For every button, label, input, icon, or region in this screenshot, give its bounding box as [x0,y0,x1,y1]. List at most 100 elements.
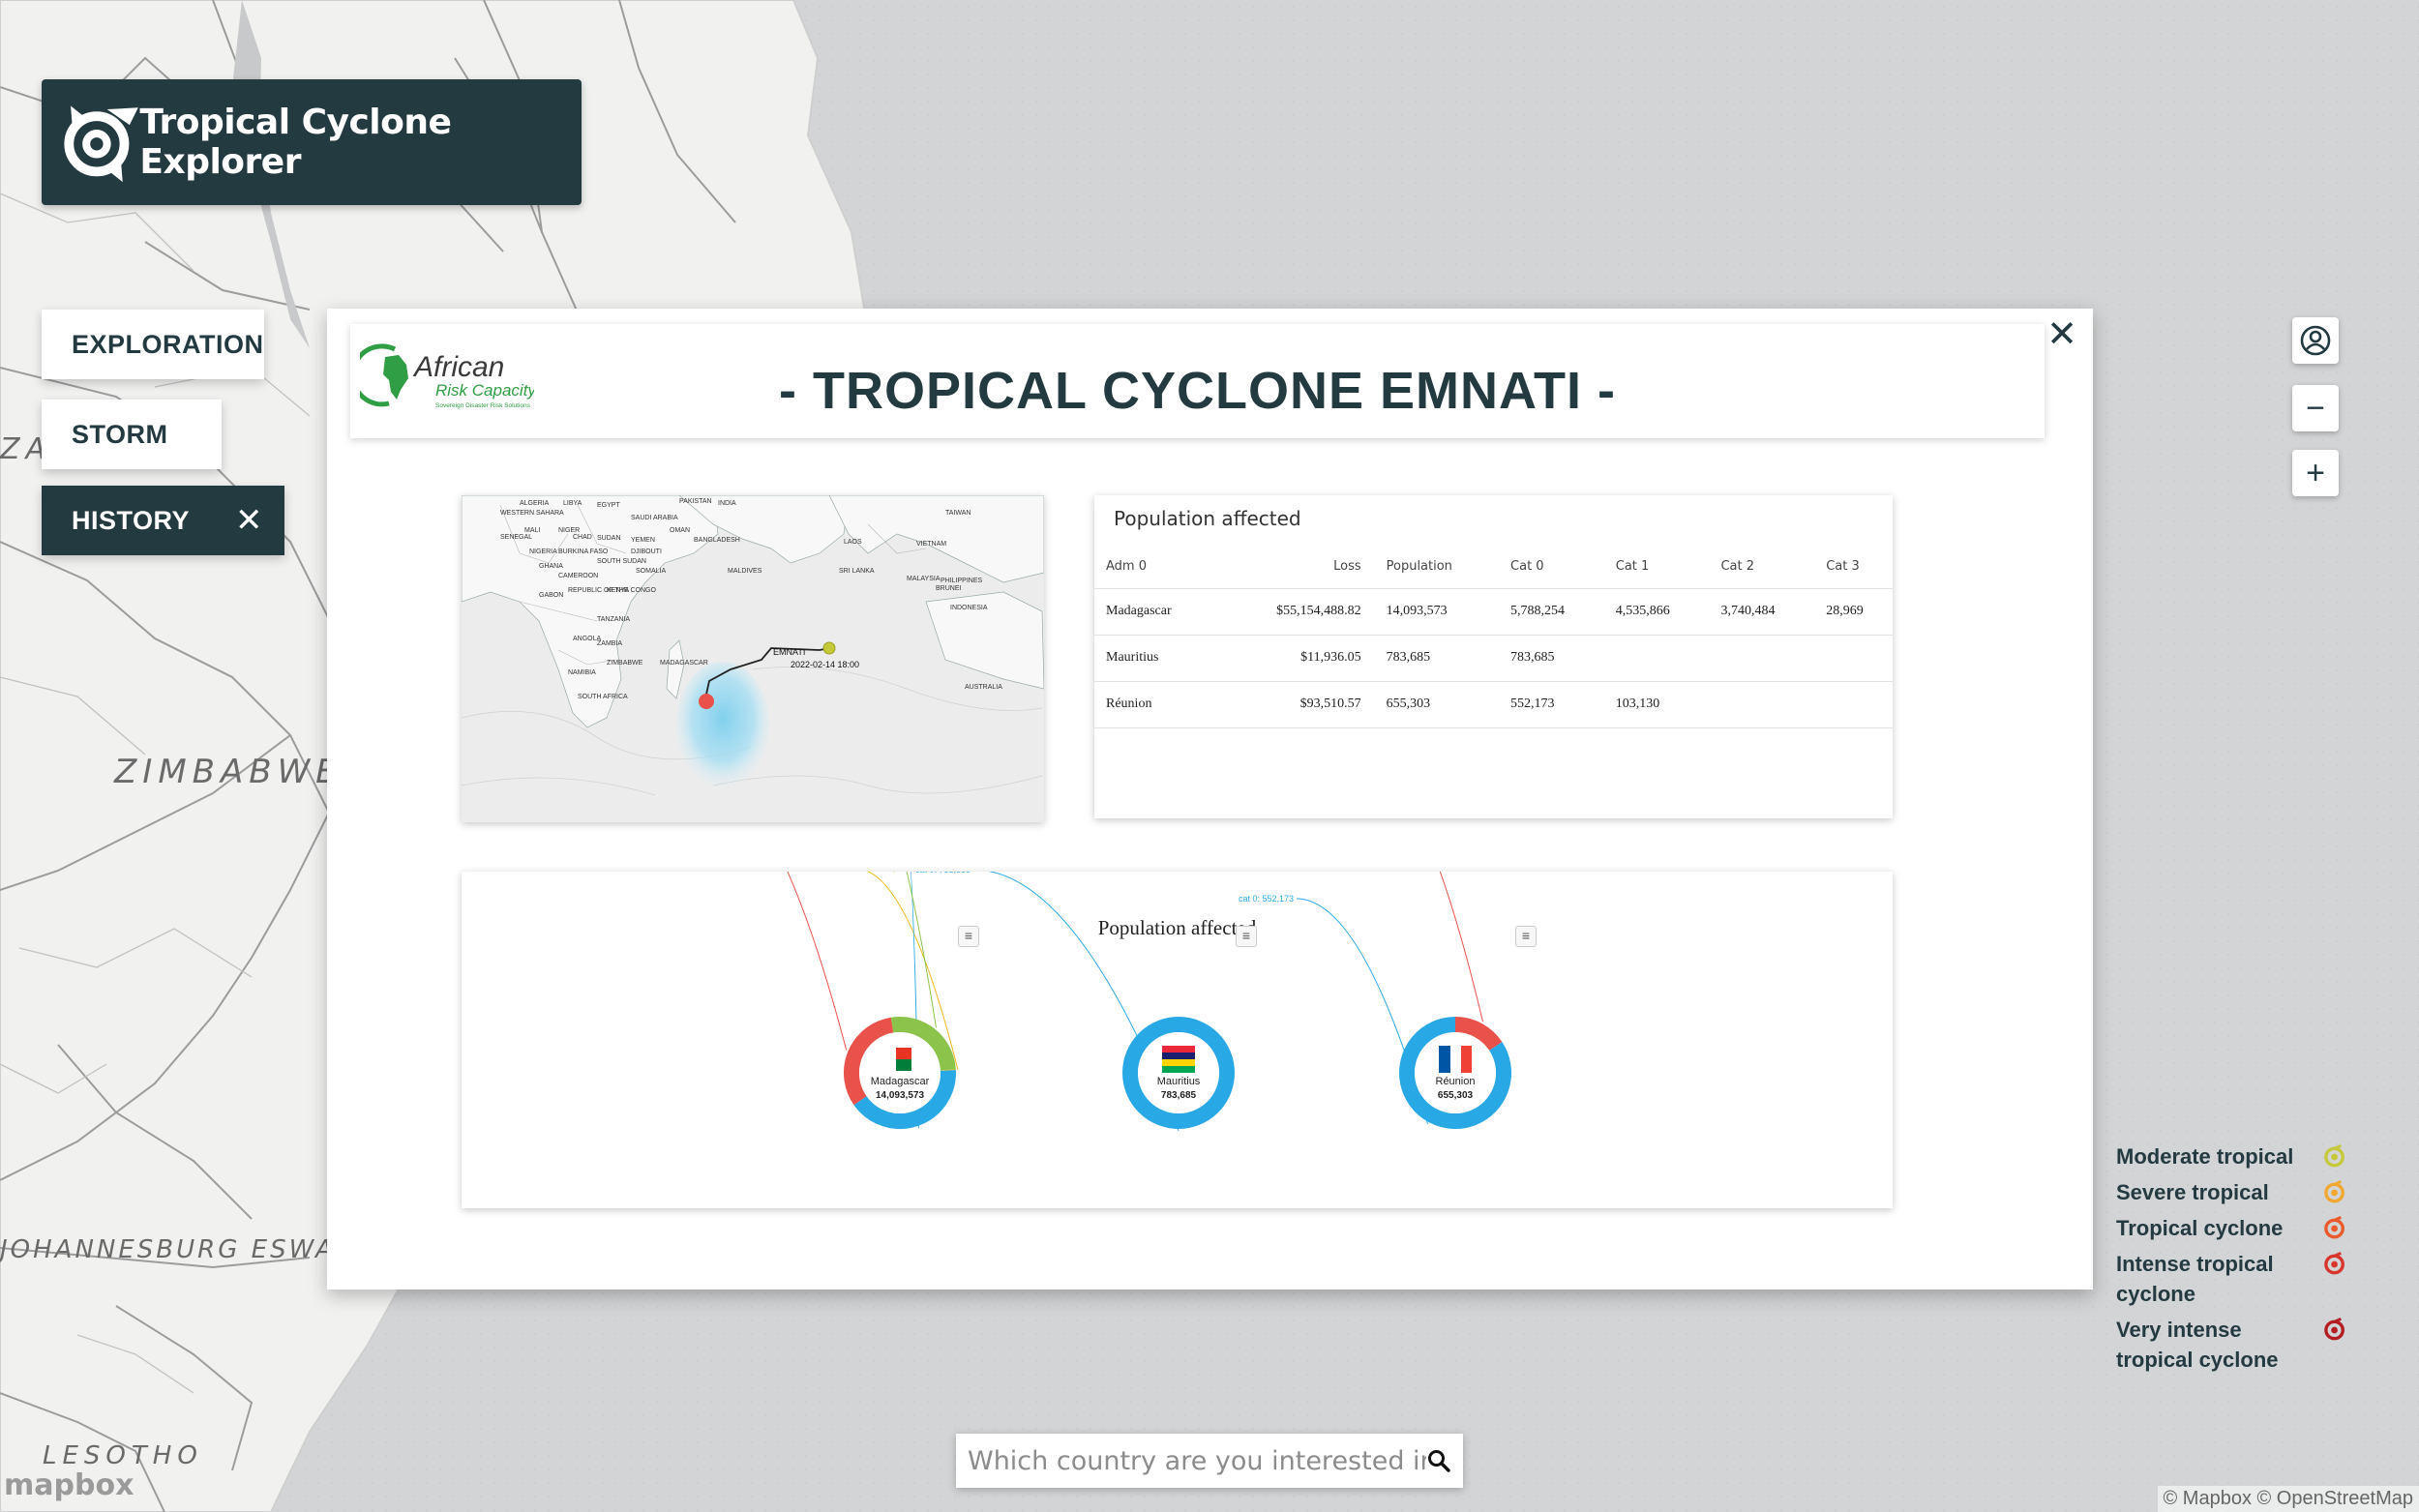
map-country-label: SRI LANKA [839,568,875,575]
map-country-label: SAUDI ARABIA [631,515,678,521]
country-flag-icon [1162,1046,1195,1073]
map-country-label: BURKINA FASO [558,548,609,555]
map-country-label: AUSTRALIA [965,684,1002,691]
cyclone-category-icon [2324,1318,2344,1341]
table-header-cell[interactable]: Population [1374,546,1500,589]
map-label-zimbabwe: ZIMBABWE [114,753,343,791]
table-cell: $11,936.05 [1217,635,1375,682]
mapbox-logo-text: mapbox [4,1468,134,1502]
map-country-label: SUDAN [597,535,621,542]
table-cell: 103,130 [1603,681,1710,728]
map-country-label: NIGER [558,527,580,534]
country-search-input[interactable] [968,1445,1426,1476]
cyclone-history-modal: ✕ African Risk Capacity Sovereign Disast… [327,309,2093,1290]
zoom-out-button[interactable]: − [2292,385,2339,431]
donut-segment-label: cat 0: 783,685 [915,872,971,875]
table-header-cell[interactable]: Loss [1217,546,1375,589]
donut-segment-label: cat 3: 28,969 [859,872,910,874]
map-country-label: INDONESIA [950,605,988,611]
map-country-label: GABON [539,592,563,599]
modal-title: - TROPICAL CYCLONE EMNATI - [779,362,1616,420]
search-icon[interactable] [1426,1448,1451,1473]
map-country-label: LIBYA [563,500,582,507]
legend-label: Moderate tropical [2116,1144,2294,1169]
map-country-label: INDIA [718,500,736,507]
map-country-label: KENYA [607,587,630,594]
map-country-label: DJIBOUTI [631,548,662,555]
table-header-cell[interactable]: Cat 0 [1499,546,1604,589]
table-header-cell[interactable]: Adm 0 [1094,546,1218,589]
population-table: Adm 0 Loss Population Cat 0 Cat 1 Cat 2 Cat 3 … [1094,546,1893,728]
table-body: Madagascar $55,154,488.82 14,093,573 5,788,… [1094,588,1893,728]
donut-total: 655,303 [1438,1090,1474,1101]
nav-exploration-button[interactable]: EXPLORATION [42,310,264,379]
table-cell: 783,685 [1499,635,1604,682]
donut-center [859,1032,941,1113]
map-country-label: CAMEROON [558,573,598,579]
cyclone-category-icon [2324,1252,2344,1275]
table-cell: 783,685 [1374,635,1500,682]
map-country-label: ALGERIA [520,500,550,507]
table-cell: 552,173 [1499,681,1604,728]
nav-history-label: HISTORY [72,505,191,535]
map-country-label: SOMALIA [636,568,666,575]
donut-total: 783,685 [1161,1090,1197,1101]
map-country-label: CHAD [573,534,592,541]
modal-header: African Risk Capacity Sovereign Disaster… [350,324,2045,438]
map-country-label: SOUTH AFRICA [578,694,628,700]
storm-track-map[interactable]: EMNATI 2022-02-14 18:00 ALGERIA LIBYA EGYP… [462,495,1044,822]
plus-icon: + [2306,454,2325,491]
table-cell: 28,969 [1814,588,1893,636]
table-header-cell[interactable]: Cat 1 [1603,546,1710,589]
app-title: Tropical Cyclone Explorer [139,103,452,182]
user-account-button[interactable] [2292,317,2339,364]
legend-item: Intense tropical cyclone [2076,1249,2346,1309]
app-header: Tropical Cyclone Explorer [42,79,582,205]
map-country-label: MALDIVES [728,568,762,575]
population-donut-card: Population affected ≡ ≡ ≡ cat 3: 28,969c… [462,872,1893,1208]
table-row: Madagascar $55,154,488.82 14,093,573 5,788,… [1094,588,1893,636]
modal-close-icon[interactable]: ✕ [2041,312,2083,355]
nav-history-button[interactable]: HISTORY ✕ [42,486,284,555]
map-country-label: YEMEN [631,537,655,544]
map-attribution[interactable]: © Mapbox © OpenStreetMap [2157,1486,2419,1512]
cyclone-category-icon [2324,1216,2344,1239]
map-country-label: ZAMBIA [597,640,622,647]
legend-item: Severe tropical [2076,1177,2346,1207]
country-flag-icon [1439,1046,1472,1073]
donut-country-name: Réunion [1436,1076,1476,1087]
legend-item: Very intense tropical cyclone [2076,1315,2346,1375]
donut-total: 14,093,573 [876,1090,924,1101]
table-cell: Madagascar [1094,588,1218,636]
table-header-cell[interactable]: Cat 3 [1814,546,1893,589]
map-country-label: WESTERN SAHARA [500,510,564,517]
table-header-cell[interactable]: Cat 2 [1709,546,1815,589]
donut-charts: cat 3: 28,969cat 0: 5,788,254cat 1: 4,53… [787,872,1511,1132]
storm-name-label: EMNATI [773,647,805,657]
table-cell: 14,093,573 [1374,588,1500,636]
legend-label: Tropical cyclone [2116,1216,2284,1240]
cyclone-category-icon [2324,1144,2344,1168]
legend-item: Moderate tropical [2076,1141,2346,1171]
country-search-box[interactable] [956,1434,1463,1488]
table-cell [1814,681,1893,728]
map-country-label: VIETNAM [916,541,946,548]
map-label-lesotho: LESOTHO [43,1441,203,1470]
map-country-label: SENEGAL [500,534,532,541]
map-country-label: BANGLADESH [694,537,740,544]
mapbox-logo[interactable]: mapbox [4,1468,134,1502]
close-icon[interactable]: ✕ [235,501,263,540]
minus-icon: − [2306,389,2325,427]
donut-label-connector [906,872,937,1028]
map-country-label: OMAN [670,527,690,534]
map-country-label: SOUTH SUDAN [597,558,646,565]
map-country-label: PAKISTAN [679,498,712,505]
map-country-label: LAOS [844,539,862,546]
legend-label: Intense tropical cyclone [2116,1252,2274,1306]
table-cell: Mauritius [1094,635,1218,682]
nav-storm-button[interactable]: STORM [42,400,222,469]
table-row: Réunion $93,510.57 655,303 552,173 103,130 [1094,681,1893,728]
zoom-in-button[interactable]: + [2292,450,2339,496]
table-cell: Réunion [1094,681,1218,728]
table-header-row: Adm 0 Loss Population Cat 0 Cat 1 Cat 2 Cat 3 [1094,546,1893,589]
